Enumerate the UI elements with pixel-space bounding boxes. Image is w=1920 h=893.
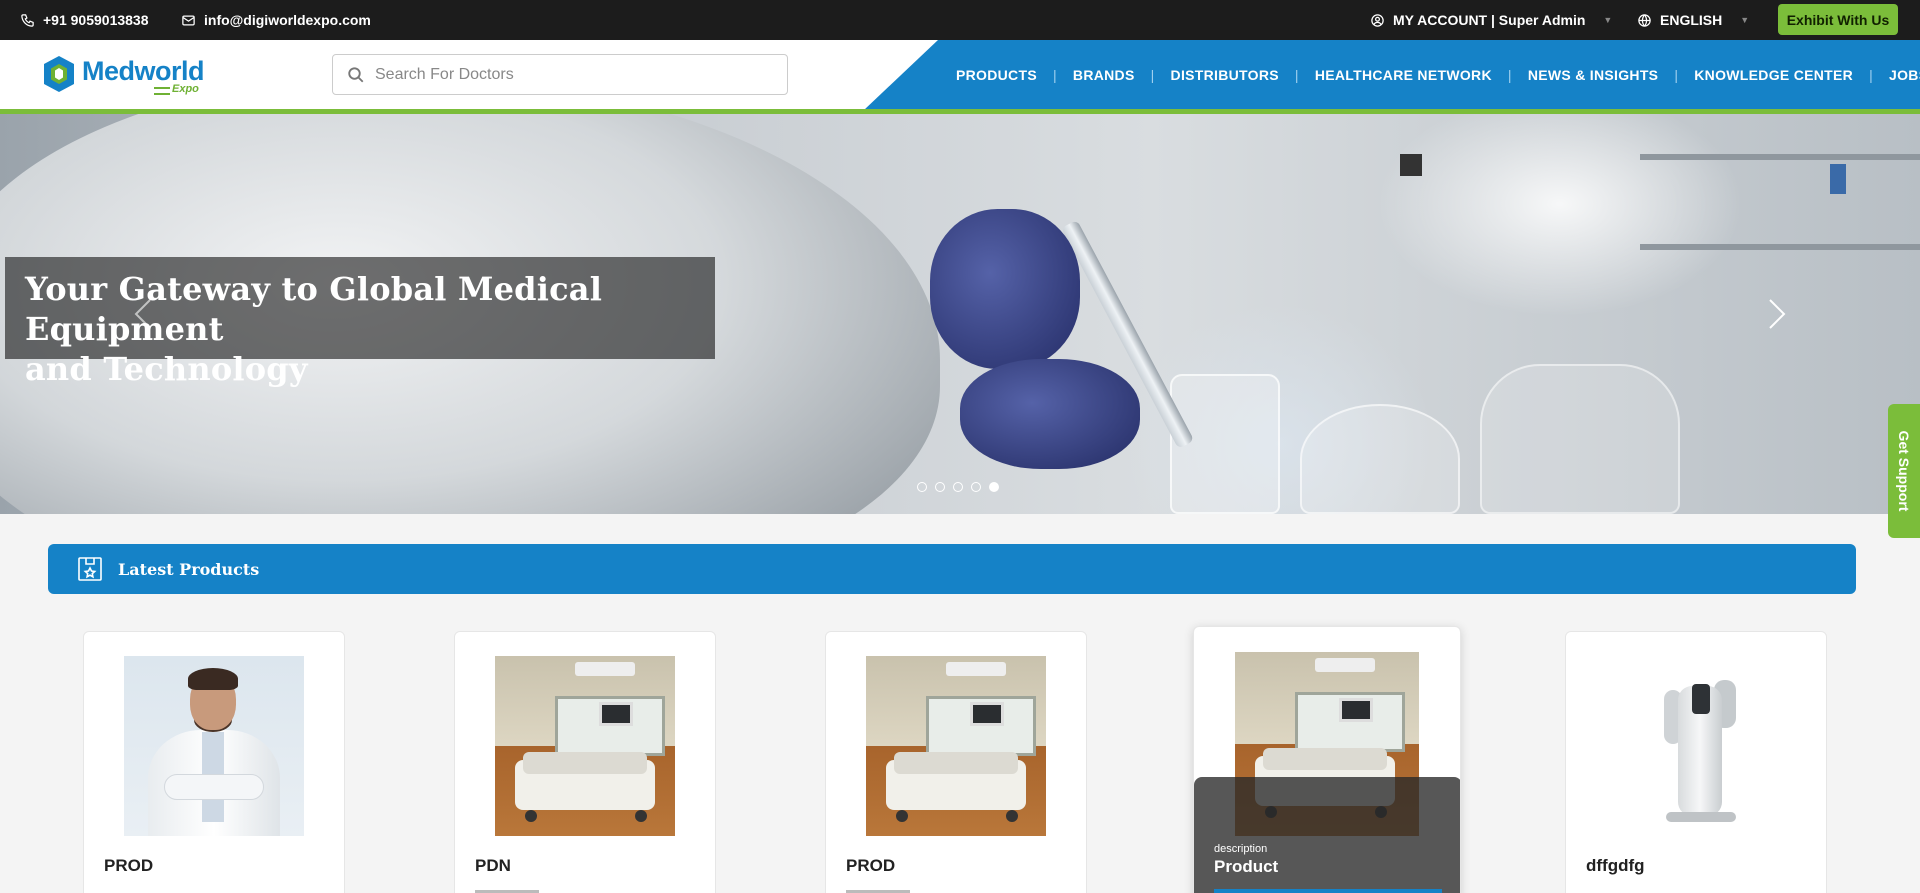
product-box-icon xyxy=(78,557,102,581)
logo-speed-lines xyxy=(154,87,170,95)
product-card[interactable]: PROD xyxy=(825,631,1087,893)
logo-subtext: Expo xyxy=(172,83,199,95)
hero-bg-shelf xyxy=(1640,154,1920,160)
image-detail xyxy=(894,752,1018,774)
image-detail xyxy=(1006,810,1018,822)
product-name: PROD xyxy=(104,856,154,875)
hero-bg-object xyxy=(1400,154,1422,176)
hero-carousel: Your Gateway to Global Medical Equipment… xyxy=(0,114,1920,514)
image-detail xyxy=(1315,658,1375,672)
email-contact[interactable]: info@digiworldexpo.com xyxy=(181,0,371,40)
phone-contact[interactable]: +91 9059013838 xyxy=(20,0,149,40)
search-bar[interactable] xyxy=(332,54,788,95)
exhibit-with-us-button[interactable]: Exhibit With Us xyxy=(1778,4,1898,35)
carousel-dot-active[interactable] xyxy=(989,482,999,492)
account-label: MY ACCOUNT | Super Admin xyxy=(1393,12,1586,28)
phone-icon xyxy=(21,13,34,27)
product-card-hovered[interactable]: description Product xyxy=(1193,626,1461,893)
hero-glove xyxy=(960,359,1140,469)
image-detail xyxy=(1692,684,1710,714)
get-support-label: Get Support xyxy=(1896,430,1912,512)
hero-bg-object xyxy=(1830,164,1846,194)
hero-bg-shelf xyxy=(1640,244,1920,250)
product-card[interactable]: dffgdfg xyxy=(1565,631,1827,893)
search-icon xyxy=(348,66,364,82)
image-detail xyxy=(1263,748,1387,770)
carousel-dot[interactable] xyxy=(917,482,927,492)
nav-brands[interactable]: BRANDS xyxy=(1057,67,1151,83)
carousel-dot[interactable] xyxy=(953,482,963,492)
product-image xyxy=(1606,656,1786,836)
image-detail xyxy=(970,702,1004,726)
carousel-dot[interactable] xyxy=(935,482,945,492)
mail-icon xyxy=(182,15,195,25)
globe-icon xyxy=(1638,13,1651,27)
language-selector[interactable]: ENGLISH ▼ xyxy=(1637,0,1749,40)
hero-caption-line2: and Technology xyxy=(25,350,308,388)
nav-products[interactable]: PRODUCTS xyxy=(940,67,1053,83)
image-detail xyxy=(599,702,633,726)
main-nav: PRODUCTS | BRANDS | DISTRIBUTORS | HEALT… xyxy=(940,40,1920,110)
description-label: description xyxy=(1214,843,1268,855)
image-detail xyxy=(188,668,238,690)
image-detail xyxy=(635,810,647,822)
image-detail xyxy=(896,810,908,822)
language-label: ENGLISH xyxy=(1660,12,1723,28)
product-card[interactable]: PROD xyxy=(83,631,345,893)
nav-news-insights[interactable]: NEWS & INSIGHTS xyxy=(1512,67,1675,83)
logo-mark-icon xyxy=(44,56,74,92)
chevron-down-icon: ▼ xyxy=(1740,15,1750,25)
product-name: PROD xyxy=(846,856,896,875)
carousel-indicators xyxy=(917,482,999,492)
image-detail xyxy=(1666,812,1736,822)
carousel-next-arrow-icon[interactable] xyxy=(1756,294,1796,334)
chevron-down-icon: ▼ xyxy=(1603,15,1613,25)
image-detail xyxy=(525,810,537,822)
search-input[interactable] xyxy=(375,65,775,84)
product-name: dffgdfg xyxy=(1586,856,1645,875)
hero-lab-glassware xyxy=(1300,404,1460,514)
carousel-dot[interactable] xyxy=(971,482,981,492)
overlay-accent-bar xyxy=(1214,889,1442,893)
email-address: info@digiworldexpo.com xyxy=(204,12,371,28)
image-detail xyxy=(1339,698,1373,722)
account-menu[interactable]: MY ACCOUNT | Super Admin ▼ xyxy=(1370,0,1612,40)
product-image xyxy=(124,656,304,836)
nav-jobs[interactable]: JOBS xyxy=(1873,67,1920,83)
product-name: Product xyxy=(1214,857,1279,876)
image-detail xyxy=(575,662,635,676)
product-image xyxy=(866,656,1046,836)
image-detail xyxy=(164,774,264,800)
product-image xyxy=(495,656,675,836)
user-circle-icon xyxy=(1371,13,1384,27)
nav-distributors[interactable]: DISTRIBUTORS xyxy=(1155,67,1295,83)
product-hover-overlay[interactable]: description Product xyxy=(1194,777,1460,893)
get-support-tab[interactable]: Get Support xyxy=(1888,404,1920,538)
phone-number: +91 9059013838 xyxy=(43,12,149,28)
product-name: PDN xyxy=(475,856,511,875)
hero-lab-glassware xyxy=(1480,364,1680,514)
section-title: Latest Products xyxy=(118,559,260,579)
nav-knowledge-center[interactable]: KNOWLEDGE CENTER xyxy=(1678,67,1869,83)
logo[interactable]: Medworld Expo xyxy=(42,54,212,98)
hero-glove xyxy=(930,209,1080,369)
image-detail xyxy=(946,662,1006,676)
product-card[interactable]: PDN xyxy=(454,631,716,893)
top-bar: +91 9059013838 info@digiworldexpo.com MY… xyxy=(0,0,1920,40)
latest-products-banner: Latest Products xyxy=(48,544,1856,594)
carousel-prev-arrow-icon[interactable] xyxy=(124,294,164,334)
image-detail xyxy=(523,752,647,774)
hero-caption: Your Gateway to Global Medical Equipment… xyxy=(5,257,715,388)
nav-healthcare-network[interactable]: HEALTHCARE NETWORK xyxy=(1299,67,1508,83)
